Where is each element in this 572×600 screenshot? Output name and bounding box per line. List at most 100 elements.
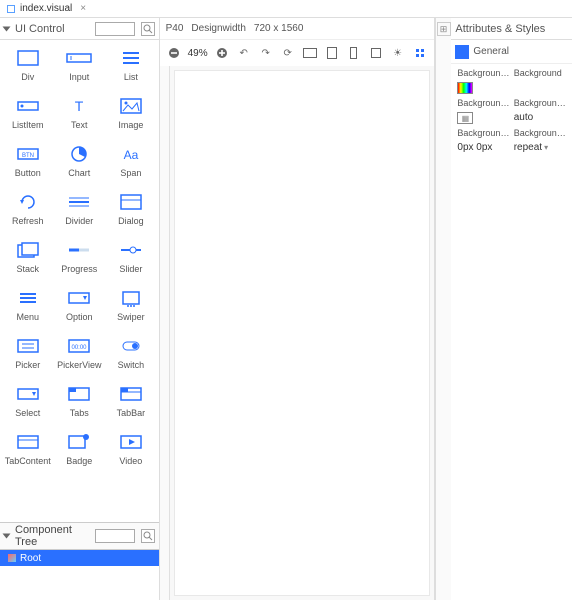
component-tabs[interactable]: Tabs [56, 384, 104, 418]
dialog-icon [117, 192, 145, 212]
component-list[interactable]: List [107, 48, 155, 82]
component-span[interactable]: AaSpan [107, 144, 155, 178]
color-swatch[interactable] [457, 82, 473, 94]
component-stack[interactable]: Stack [4, 240, 52, 274]
component-label: Switch [118, 360, 145, 370]
component-listitem[interactable]: ListItem [4, 96, 52, 130]
chevron-down-icon[interactable] [3, 534, 11, 539]
switch-icon [117, 336, 145, 356]
svg-text:00:00: 00:00 [72, 345, 88, 351]
component-badge[interactable]: Badge [56, 432, 104, 466]
component-video[interactable]: Video [107, 432, 155, 466]
badge-icon [65, 432, 93, 452]
close-icon[interactable]: × [80, 3, 86, 14]
component-palette: Div Input List ListItemTTextImage BTN Button C… [0, 40, 159, 522]
design-info-bar: P40 Designwidth 720 x 1560 [160, 18, 434, 40]
component-chart[interactable]: Chart [56, 144, 104, 178]
svg-text:Aa: Aa [124, 148, 139, 162]
select-icon [14, 384, 42, 404]
ui-control-header: UI Control [0, 18, 159, 40]
file-tab[interactable]: index.visual × [6, 3, 86, 14]
component-picker[interactable]: Picker [4, 336, 52, 370]
design-canvas[interactable] [174, 70, 430, 596]
picker-icon [14, 336, 42, 356]
component-label: Button [15, 168, 41, 178]
zoom-in-icon[interactable] [214, 45, 230, 61]
component-menu[interactable]: Menu [4, 288, 52, 322]
prop-dropdown[interactable]: repeat▾ [514, 142, 566, 153]
canvas-toolbar: 49% ↶ ↷ ⟳ ☀ [160, 40, 434, 66]
tree-root-item[interactable]: Root [0, 550, 159, 566]
device-phone-icon[interactable] [346, 45, 362, 61]
component-tabbar[interactable]: TabBar [107, 384, 155, 418]
root-icon [8, 554, 16, 562]
undo-icon[interactable]: ↶ [236, 45, 252, 61]
component-label: Swiper [117, 312, 145, 322]
redo-icon[interactable]: ↷ [258, 45, 274, 61]
chevron-down-icon[interactable] [3, 26, 11, 31]
center-panel: P40 Designwidth 720 x 1560 49% ↶ ↷ ⟳ ☀ [160, 18, 435, 600]
device-landscape-icon[interactable] [302, 45, 318, 61]
zoom-out-icon[interactable] [166, 45, 182, 61]
component-select[interactable]: Select [4, 384, 52, 418]
component-label: Input [69, 72, 89, 82]
component-dialog[interactable]: Dialog [107, 192, 155, 226]
prop-value-left[interactable]: 0px 0px [457, 142, 492, 153]
search-input[interactable] [95, 22, 135, 36]
component-image[interactable]: Image [107, 96, 155, 130]
component-text[interactable]: TText [56, 96, 104, 130]
component-slider[interactable]: Slider [107, 240, 155, 274]
image-picker[interactable]: ▦ [457, 112, 473, 124]
component-tabcontent[interactable]: TabContent [4, 432, 52, 466]
component-label: Option [66, 312, 93, 322]
property-row: Background...Background... [457, 128, 566, 138]
prop-label-left: Background... [457, 68, 509, 78]
section-title: General [473, 46, 509, 57]
component-progress[interactable]: Progress [56, 240, 104, 274]
ruler-vertical [160, 66, 170, 600]
refresh-icon [14, 192, 42, 212]
attributes-header: Attributes & Styles [451, 18, 572, 40]
prop-value[interactable]: auto [514, 112, 566, 123]
general-section[interactable]: General [451, 40, 572, 64]
component-option[interactable]: Option [56, 288, 104, 322]
settings-icon[interactable] [412, 45, 428, 61]
menu-icon [14, 288, 42, 308]
strip-button[interactable]: ⊞ [437, 22, 451, 36]
chart-icon [65, 144, 93, 164]
component-label: Video [119, 456, 142, 466]
brightness-icon[interactable]: ☀ [390, 45, 406, 61]
component-label: Select [15, 408, 40, 418]
tree-search-icon[interactable] [141, 529, 155, 543]
component-swiper[interactable]: Swiper [107, 288, 155, 322]
span-icon: Aa [117, 144, 145, 164]
component-tree: Root [0, 550, 159, 600]
stack-icon [14, 240, 42, 260]
component-input[interactable]: Input [56, 48, 104, 82]
component-div[interactable]: Div [4, 48, 52, 82]
property-value-row [457, 82, 566, 94]
search-icon[interactable] [141, 22, 155, 36]
property-row: Background...Background [457, 68, 566, 78]
device-name: P40 [166, 23, 184, 34]
component-switch[interactable]: Switch [107, 336, 155, 370]
device-tablet-icon[interactable] [324, 45, 340, 61]
tabbar-icon [117, 384, 145, 404]
component-divider[interactable]: Divider [56, 192, 104, 226]
device-square-icon[interactable] [368, 45, 384, 61]
property-row: Background...Background... [457, 98, 566, 108]
property-value-row: 0px 0px repeat▾ [457, 142, 566, 153]
component-pickerview[interactable]: 00:00PickerView [56, 336, 104, 370]
canvas-area [160, 66, 434, 600]
component-button[interactable]: BTN Button [4, 144, 52, 178]
video-icon [117, 432, 145, 452]
tree-search-input[interactable] [95, 529, 135, 543]
option-icon [65, 288, 93, 308]
component-refresh[interactable]: Refresh [4, 192, 52, 226]
pickerview-icon: 00:00 [65, 336, 93, 356]
button-icon: BTN [14, 144, 42, 164]
tree-title: Component Tree [15, 524, 89, 548]
prop-label-left: Background... [457, 98, 509, 108]
text-icon: T [65, 96, 93, 116]
refresh-icon[interactable]: ⟳ [280, 45, 296, 61]
